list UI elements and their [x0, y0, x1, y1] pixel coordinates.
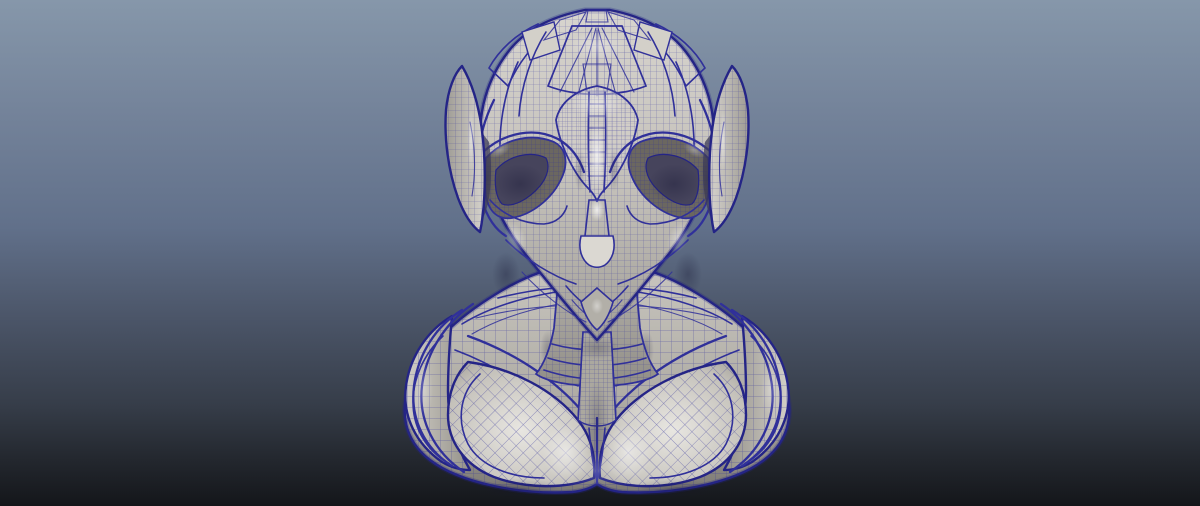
- wireframe-bust-model[interactable]: [0, 0, 1200, 506]
- viewport-canvas[interactable]: Wireframe 3D bust of a symmetric sci-fi …: [0, 0, 1200, 506]
